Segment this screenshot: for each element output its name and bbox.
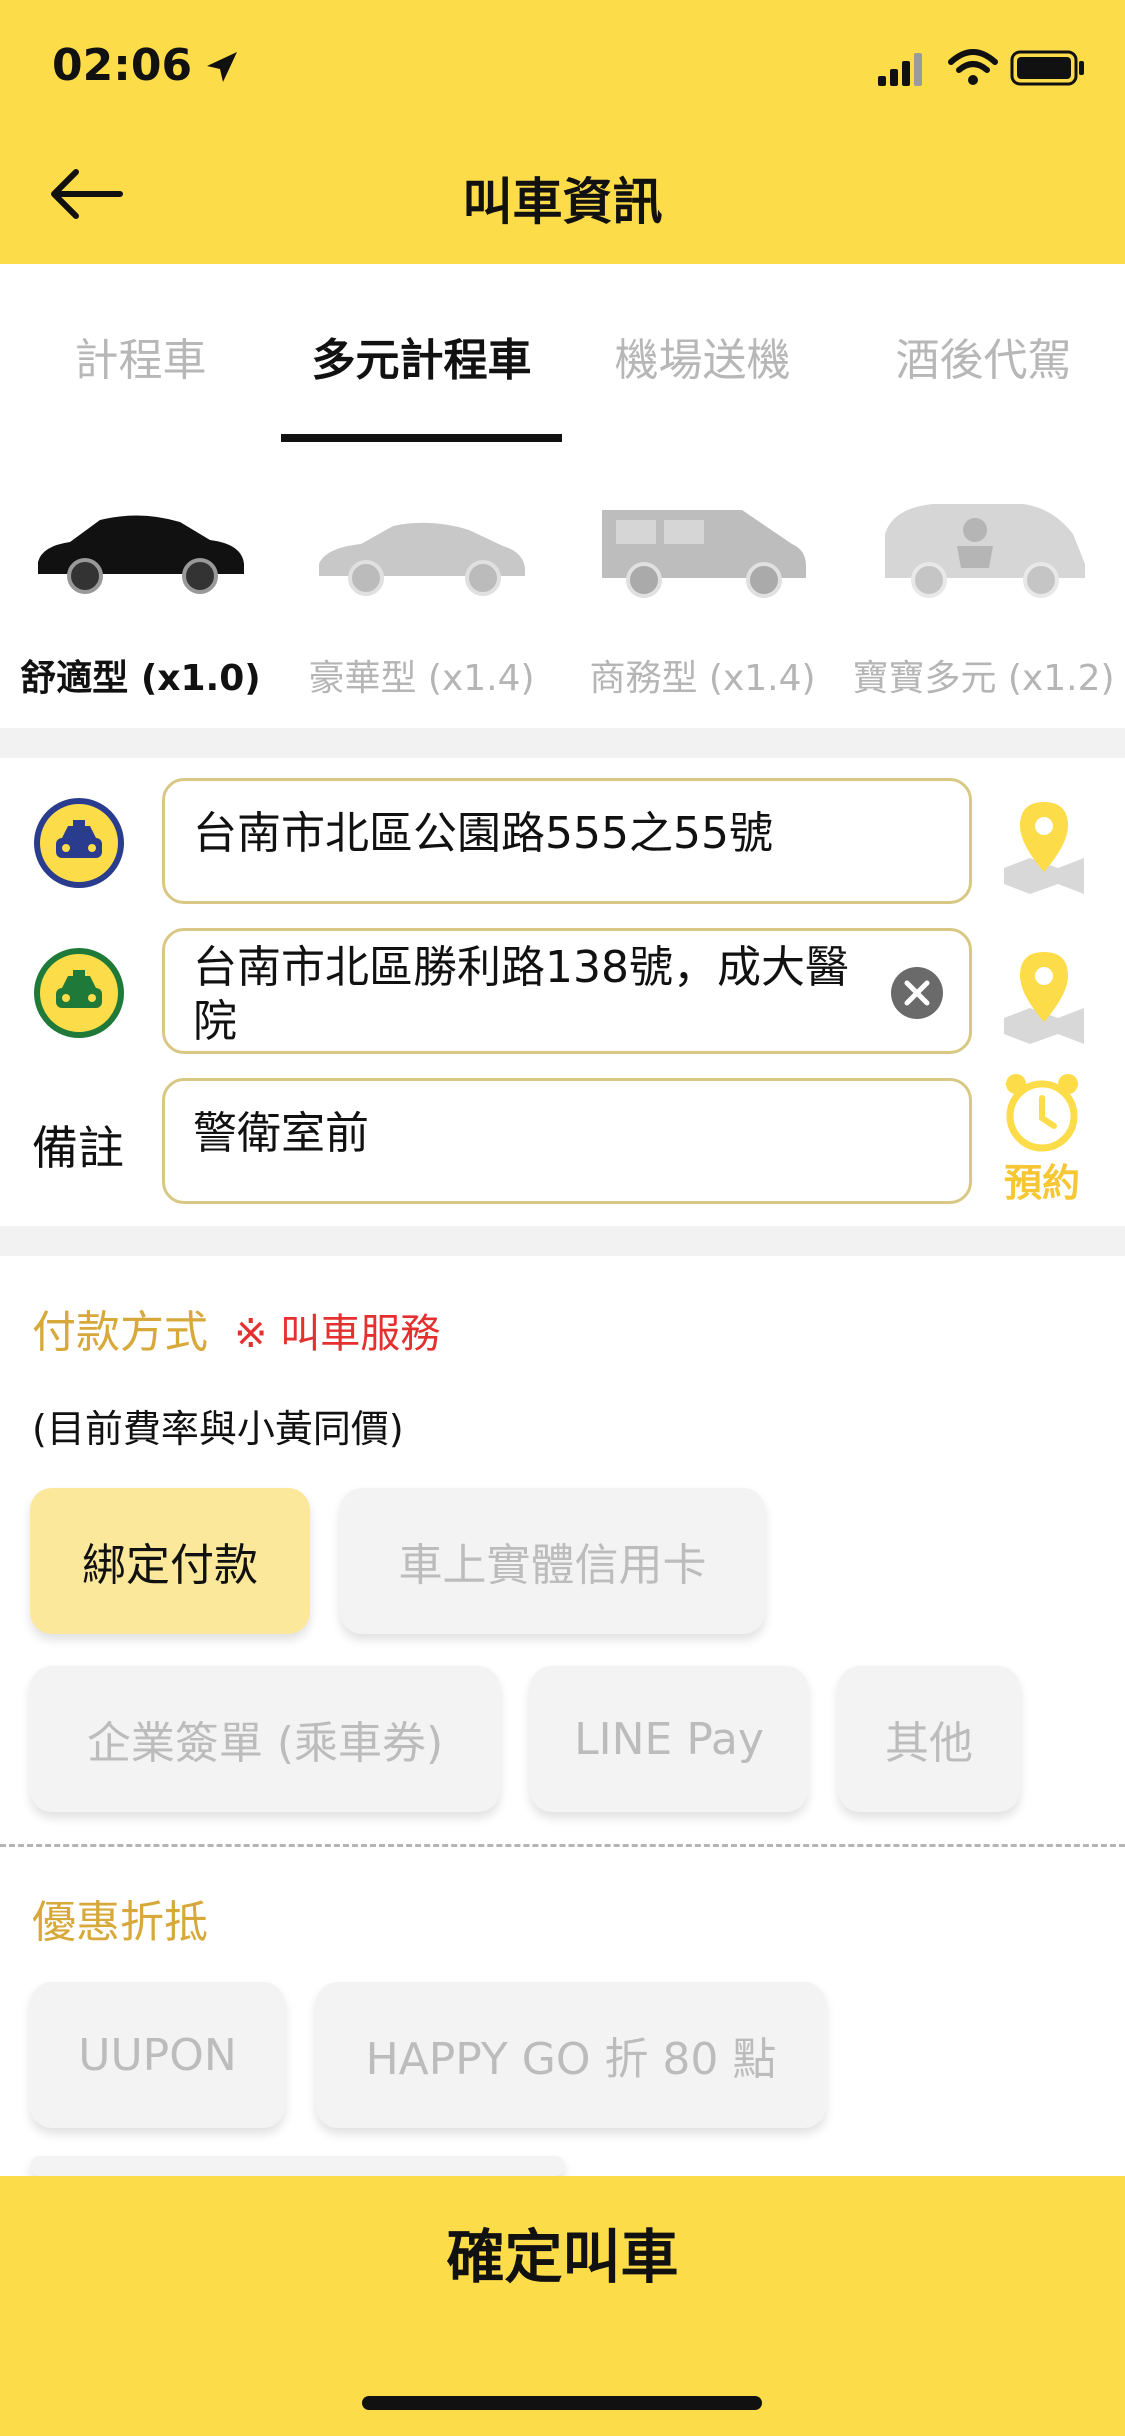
- location-arrow-icon: [207, 52, 237, 82]
- reserve-label[interactable]: 預約: [992, 1152, 1092, 1207]
- car-type-label: 豪華型 (x1.4): [308, 658, 535, 699]
- rate-note: (目前費率與小黃同價): [32, 1407, 404, 1451]
- home-indicator: [362, 2396, 762, 2410]
- car-type-label: 寶寶多元 (x1.2): [852, 658, 1115, 699]
- discount-title: 優惠折抵: [32, 1897, 208, 1948]
- confirm-button-label[interactable]: 確定叫車: [0, 2210, 1125, 2294]
- note-label: 備註: [32, 1121, 124, 1175]
- car-type-selector: 舒適型 (x1.0) 豪華型 (x1.4) 商務型 (x1.4) 寶寶多元 (x…: [0, 444, 1125, 728]
- dashed-divider: [0, 1844, 1125, 1847]
- car-type-label: 舒適型 (x1.0): [20, 658, 261, 699]
- dropoff-address-text: 台南市北區勝利路138號，成大醫院: [193, 942, 849, 1047]
- note-field[interactable]: 警衛室前: [162, 1078, 972, 1204]
- dropoff-address-field[interactable]: 台南市北區勝利路138號，成大醫院: [162, 928, 972, 1054]
- car-type-business[interactable]: 商務型 (x1.4): [562, 444, 843, 728]
- tab-multi-taxi[interactable]: 多元計程車: [281, 324, 562, 388]
- car-type-baby[interactable]: 寶寶多元 (x1.2): [843, 444, 1124, 728]
- battery-icon: [1010, 50, 1084, 86]
- pay-option-other[interactable]: 其他: [838, 1666, 1020, 1812]
- sports-car-icon: [319, 522, 525, 596]
- tab-taxi[interactable]: 計程車: [0, 324, 281, 388]
- divider: [0, 1226, 1125, 1256]
- sedan-car-icon: [38, 515, 244, 594]
- service-tabs: 計程車 多元計程車 機場送機 酒後代駕: [0, 264, 1125, 447]
- pickup-map-pin-icon[interactable]: [998, 798, 1090, 898]
- signal-icon: [878, 53, 922, 86]
- note-text: 警衛室前: [193, 1108, 369, 1159]
- active-tab-indicator: [281, 434, 562, 442]
- wifi-icon: [948, 49, 998, 85]
- pay-option-credit-card[interactable]: 車上實體信用卡: [340, 1488, 765, 1634]
- pickup-address-text: 台南市北區公園路555之55號: [193, 808, 773, 859]
- car-type-luxury[interactable]: 豪華型 (x1.4): [281, 444, 562, 728]
- pay-option-bound[interactable]: 綁定付款: [30, 1488, 310, 1634]
- tab-airport[interactable]: 機場送機: [562, 324, 843, 388]
- pay-option-line-pay[interactable]: LINE Pay: [530, 1666, 808, 1812]
- service-notice: ※ 叫車服務: [234, 1311, 441, 1357]
- discount-option-uupon[interactable]: UUPON: [30, 1982, 285, 2128]
- car-type-comfort[interactable]: 舒適型 (x1.0): [0, 444, 281, 728]
- car-type-label: 商務型 (x1.4): [589, 658, 816, 699]
- page-title: 叫車資訊: [462, 173, 663, 231]
- divider: [0, 728, 1125, 758]
- pay-option-corporate[interactable]: 企業簽單 (乘車券): [30, 1666, 500, 1812]
- tab-designated-driver[interactable]: 酒後代駕: [843, 324, 1124, 388]
- payment-title: 付款方式: [32, 1307, 208, 1358]
- van-icon: [602, 510, 806, 598]
- dropoff-map-pin-icon[interactable]: [998, 948, 1090, 1048]
- status-bar: 02:06: [0, 0, 1125, 130]
- pickup-address-field[interactable]: 台南市北區公園路555之55號: [162, 778, 972, 904]
- clear-icon[interactable]: [890, 966, 944, 1020]
- payment-section-title: 付款方式 ※ 叫車服務: [32, 1296, 440, 1360]
- dropoff-taxi-icon: [34, 948, 124, 1038]
- discount-option-happygo[interactable]: HAPPY GO 折 80 點: [316, 1982, 826, 2128]
- pickup-taxi-icon: [34, 798, 124, 888]
- discount-option-partial[interactable]: [30, 2156, 565, 2176]
- alarm-clock-icon[interactable]: [1000, 1072, 1084, 1152]
- status-time: 02:06: [52, 40, 193, 91]
- baby-seat-car-icon: [885, 504, 1085, 598]
